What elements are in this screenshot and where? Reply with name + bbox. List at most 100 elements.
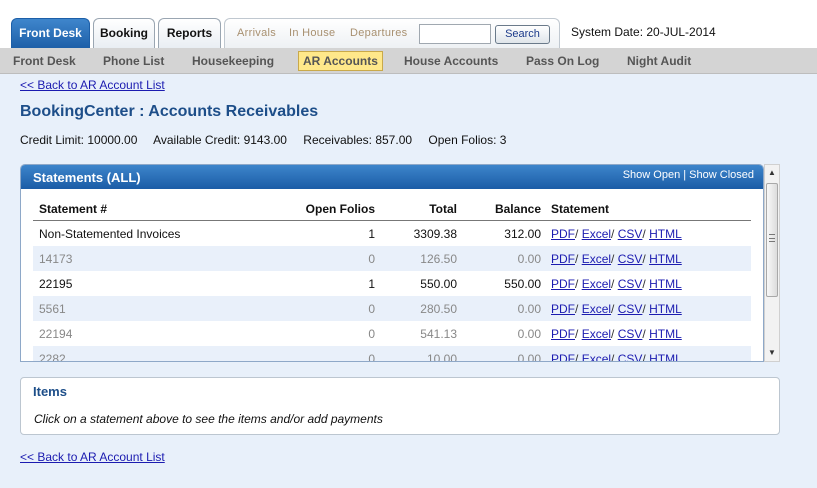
table-row[interactable]: 22195 1 550.00 550.00 PDF/ Excel/ CSV/ HTML <box>33 271 751 296</box>
receivables: Receivables: 857.00 <box>303 133 413 147</box>
link-separator: / <box>575 302 579 316</box>
quick-access-bar: Arrivals In House Departures Search <box>224 18 560 48</box>
total-value: 10.00 <box>426 352 457 362</box>
link-separator: / <box>611 302 615 316</box>
csv-link[interactable]: CSV <box>618 352 643 361</box>
link-separator: / <box>611 327 615 341</box>
statement-links: PDF/ Excel/ CSV/ HTML <box>551 352 682 362</box>
pdf-link[interactable]: PDF <box>551 302 575 316</box>
statements-panel: Statements (ALL) Show Open | Show Closed… <box>20 164 764 362</box>
filter-divider: | <box>683 169 687 181</box>
arrivals-link[interactable]: Arrivals <box>237 27 276 39</box>
csv-link[interactable]: CSV <box>618 252 643 266</box>
table-row[interactable]: Non-Statemented Invoices 1 3309.38 312.00 PD… <box>33 221 751 246</box>
statements-scrollbar[interactable]: ▲ ▼ <box>764 164 780 362</box>
scroll-up-arrow-icon[interactable]: ▲ <box>767 168 777 178</box>
show-closed-link[interactable]: Show Closed <box>689 169 754 181</box>
html-link[interactable]: HTML <box>649 352 682 361</box>
csv-link[interactable]: CSV <box>618 227 643 241</box>
statement-filter-links: Show Open | Show Closed <box>623 169 754 181</box>
link-separator: / <box>642 227 646 241</box>
balance-value: 550.00 <box>504 277 541 291</box>
table-row[interactable]: 14173 0 126.50 0.00 PDF/ Excel/ CSV/ HTML <box>33 246 751 271</box>
table-row[interactable]: 5561 0 280.50 0.00 PDF/ Excel/ CSV/ HTML <box>33 296 751 321</box>
col-statement: Statement <box>551 202 610 216</box>
html-link[interactable]: HTML <box>649 227 682 241</box>
subnav-ar-accounts[interactable]: AR Accounts <box>298 51 383 71</box>
items-panel: Items Click on a statement above to see … <box>20 377 780 435</box>
scroll-down-arrow-icon[interactable]: ▼ <box>767 348 777 358</box>
statements-header: Statements (ALL) Show Open | Show Closed <box>21 165 763 189</box>
link-separator: / <box>575 352 579 362</box>
page-title: BookingCenter : Accounts Receivables <box>20 103 319 120</box>
link-separator: / <box>642 327 646 341</box>
table-row[interactable]: 22194 0 541.13 0.00 PDF/ Excel/ CSV/ HTML <box>33 321 751 346</box>
subnav-phone-list[interactable]: Phone List <box>103 54 164 68</box>
open-folios-value: 0 <box>368 327 375 341</box>
excel-link[interactable]: Excel <box>582 352 611 361</box>
balance-value: 312.00 <box>504 227 541 241</box>
subnav-housekeeping[interactable]: Housekeeping <box>192 54 274 68</box>
html-link[interactable]: HTML <box>649 252 682 266</box>
excel-link[interactable]: Excel <box>582 327 611 341</box>
in-house-link[interactable]: In House <box>289 27 335 39</box>
credit-limit: Credit Limit: 10000.00 <box>20 133 138 147</box>
statement-number: 22194 <box>39 327 73 341</box>
pdf-link[interactable]: PDF <box>551 227 575 241</box>
search-button[interactable]: Search <box>495 25 550 44</box>
table-row[interactable]: 2282 0 10.00 0.00 PDF/ Excel/ CSV/ HTML <box>33 346 751 362</box>
html-link[interactable]: HTML <box>649 277 682 291</box>
pdf-link[interactable]: PDF <box>551 252 575 266</box>
subnav-house-accounts[interactable]: House Accounts <box>404 54 498 68</box>
html-link[interactable]: HTML <box>649 302 682 316</box>
link-separator: / <box>611 277 615 291</box>
pdf-link[interactable]: PDF <box>551 277 575 291</box>
total-value: 550.00 <box>420 277 457 291</box>
link-separator: / <box>575 252 579 266</box>
statement-links: PDF/ Excel/ CSV/ HTML <box>551 302 682 316</box>
csv-link[interactable]: CSV <box>618 327 643 341</box>
tab-booking[interactable]: Booking <box>93 18 155 48</box>
csv-link[interactable]: CSV <box>618 302 643 316</box>
total-value: 3309.38 <box>413 227 457 241</box>
link-separator: / <box>611 352 615 362</box>
balance-value: 0.00 <box>517 302 541 316</box>
show-open-link[interactable]: Show Open <box>623 169 680 181</box>
excel-link[interactable]: Excel <box>582 227 611 241</box>
link-separator: / <box>611 227 615 241</box>
grip-icon <box>769 234 775 242</box>
subnav-pass-on-log[interactable]: Pass On Log <box>526 54 599 68</box>
back-to-ar-list-link-bottom[interactable]: << Back to AR Account List <box>20 450 165 464</box>
statement-number: 5561 <box>39 302 66 316</box>
col-balance: Balance <box>494 202 541 216</box>
excel-link[interactable]: Excel <box>582 252 611 266</box>
link-separator: / <box>642 352 646 362</box>
search-input[interactable] <box>419 24 491 44</box>
open-folios: Open Folios: 3 <box>428 133 507 147</box>
balance-value: 0.00 <box>517 327 541 341</box>
pdf-link[interactable]: PDF <box>551 352 575 361</box>
col-open-folios: Open Folios <box>305 202 375 216</box>
back-to-ar-list-link-top[interactable]: << Back to AR Account List <box>20 78 165 92</box>
statement-number: Non-Statemented Invoices <box>39 227 181 241</box>
subnav-night-audit[interactable]: Night Audit <box>627 54 691 68</box>
open-folios-value: 0 <box>368 302 375 316</box>
link-separator: / <box>575 277 579 291</box>
subnav-front-desk[interactable]: Front Desk <box>13 54 76 68</box>
link-separator: / <box>611 252 615 266</box>
excel-link[interactable]: Excel <box>582 302 611 316</box>
tab-reports[interactable]: Reports <box>158 18 221 48</box>
csv-link[interactable]: CSV <box>618 277 643 291</box>
excel-link[interactable]: Excel <box>582 277 611 291</box>
scroll-thumb[interactable] <box>766 183 778 297</box>
link-separator: / <box>642 252 646 266</box>
departures-link[interactable]: Departures <box>350 27 407 39</box>
sub-navigation: Front Desk Phone List Housekeeping AR Ac… <box>0 48 817 74</box>
html-link[interactable]: HTML <box>649 327 682 341</box>
pdf-link[interactable]: PDF <box>551 327 575 341</box>
balance-value: 0.00 <box>517 252 541 266</box>
col-total: Total <box>429 202 457 216</box>
statements-table: Statement # Open Folios Total Balance St… <box>33 199 751 362</box>
tab-front-desk[interactable]: Front Desk <box>11 18 90 48</box>
statement-number: 2282 <box>39 352 66 362</box>
